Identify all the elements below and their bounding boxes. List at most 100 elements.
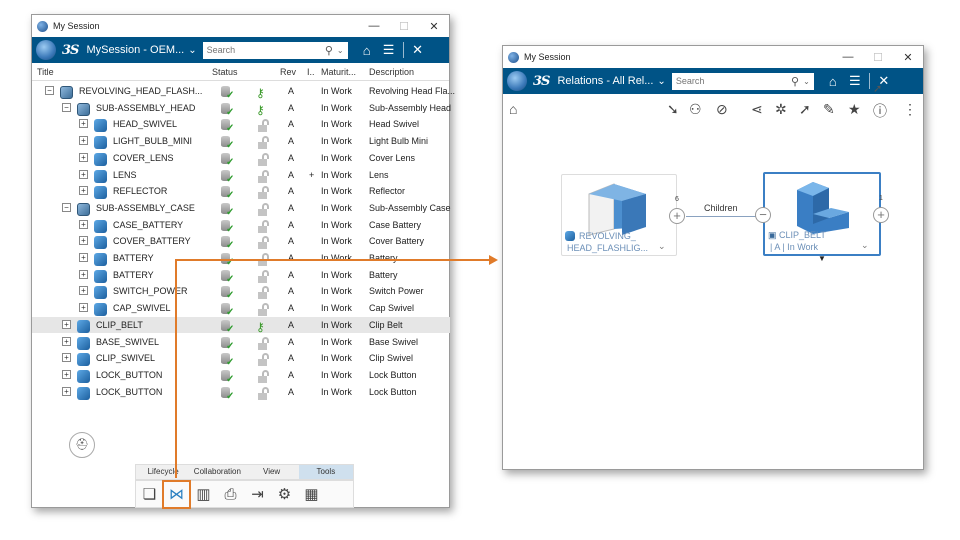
table-settings-icon[interactable]: ▦: [298, 485, 325, 503]
hide-icon[interactable]: ⊘: [716, 101, 728, 118]
network-icon[interactable]: ✲: [775, 101, 787, 118]
col-status[interactable]: Status: [212, 67, 238, 77]
expand-icon[interactable]: +: [79, 152, 88, 162]
barcode-icon[interactable]: ▥: [190, 485, 217, 503]
table-row[interactable]: + COVER_LENS ✓ A In Work Cover Lens: [32, 150, 450, 168]
table-row[interactable]: − SUB-ASSEMBLY_CASE ✓ A In Work Sub-Assembly …: [32, 200, 451, 218]
hierarchy-icon[interactable]: ⚇: [689, 101, 702, 118]
tab-lifecycle[interactable]: Lifecycle: [136, 465, 190, 479]
table-row[interactable]: + CASE_BATTERY ✓ A In Work Case Battery: [32, 217, 450, 235]
table-row[interactable]: + COVER_BATTERY ✓ A In Work Cover Battery: [32, 233, 450, 251]
close-window-button[interactable]: ✕: [419, 20, 449, 33]
search-icon[interactable]: ⚲: [325, 44, 333, 57]
table-row[interactable]: + REFLECTOR ✓ A In Work Reflector: [32, 183, 450, 201]
expand-icon[interactable]: +: [62, 353, 71, 363]
table-row[interactable]: + CLIP_SWIVEL ✓ A In Work Clip Swivel: [32, 350, 450, 368]
expand-icon[interactable]: +: [79, 303, 88, 313]
table-row[interactable]: + LOCK_BUTTON ✓ A In Work Lock Button: [32, 367, 450, 385]
expand-icon[interactable]: +: [79, 286, 88, 296]
share-icon[interactable]: ⋖: [751, 101, 763, 118]
col-maturity[interactable]: Maturit...: [321, 67, 356, 77]
search-input[interactable]: [675, 76, 790, 86]
part-icon: [94, 253, 107, 266]
col-title[interactable]: Title: [37, 67, 54, 77]
expand-icon[interactable]: +: [62, 336, 71, 346]
minimize-button[interactable]: —: [359, 20, 389, 32]
compass-icon[interactable]: [507, 71, 527, 91]
session-name[interactable]: MySession - OEM...: [86, 44, 184, 56]
relation-node-target[interactable]: ▣ CLIP_BELT | A | In Work ⌄: [763, 172, 881, 256]
compass-icon[interactable]: [36, 40, 56, 60]
expand-icon[interactable]: +: [79, 269, 88, 279]
tag-icon[interactable]: ⌂: [822, 74, 844, 89]
expand-icon[interactable]: +: [62, 386, 71, 396]
expand-icon[interactable]: +: [79, 253, 88, 262]
menu-icon[interactable]: ☰: [378, 42, 400, 58]
tab-view[interactable]: View: [245, 465, 299, 479]
favorite-star-icon[interactable]: ★: [848, 101, 861, 118]
collapse-icon[interactable]: −: [62, 202, 71, 212]
search-dropdown-icon[interactable]: ⌄: [337, 46, 344, 55]
edit-pencil-icon[interactable]: ✎: [823, 101, 835, 118]
node-dropdown-icon[interactable]: ▼: [818, 254, 826, 263]
collapse-minus-icon[interactable]: −: [755, 207, 771, 223]
relation-node-source[interactable]: REVOLVING_ HEAD_FLASHLIG... ⌄: [561, 174, 677, 256]
search-input[interactable]: [206, 45, 323, 55]
stack-icon[interactable]: ❏: [136, 485, 163, 503]
info-icon[interactable]: ⓘ: [873, 101, 887, 121]
col-description[interactable]: Description: [369, 67, 414, 77]
table-row[interactable]: + HEAD_SWIVEL ✓ A In Work Head Swivel: [32, 116, 450, 134]
expand-icon[interactable]: +: [62, 369, 71, 379]
tab-collaboration[interactable]: Collaboration: [190, 465, 244, 479]
expand-icon[interactable]: +: [79, 136, 88, 146]
expand-arrow-icon[interactable]: ➘: [667, 101, 679, 118]
maximize-button[interactable]: ☐: [863, 51, 893, 64]
chevron-down-icon[interactable]: ⌄: [188, 45, 196, 56]
table-row[interactable]: + CLIP_BELT ✓ ⚷ A In Work Clip Belt: [32, 316, 450, 335]
table-row[interactable]: + LENS ✓ A + In Work Lens: [32, 167, 450, 185]
menu-icon[interactable]: ☰: [844, 73, 866, 89]
close-panel-icon[interactable]: ✕: [407, 42, 429, 58]
table-row[interactable]: + LIGHT_BULB_MINI ✓ A In Work Light Bulb Mini: [32, 133, 450, 151]
collapse-icon[interactable]: −: [45, 86, 54, 95]
collapse-icon[interactable]: −: [62, 102, 71, 112]
expand-icon[interactable]: +: [79, 169, 88, 179]
settings-gear-icon[interactable]: ⚙: [271, 485, 298, 503]
minimize-button[interactable]: —: [833, 51, 863, 63]
chevron-down-icon[interactable]: ⌄: [657, 76, 665, 87]
chevron-down-icon[interactable]: ⌄: [861, 240, 869, 251]
maximize-button[interactable]: ☐: [389, 20, 419, 33]
expand-icon[interactable]: +: [79, 219, 88, 229]
expand-plus-icon[interactable]: +: [669, 208, 685, 224]
row-title: COVER_LENS: [113, 152, 174, 163]
search-icon[interactable]: ⚲: [791, 75, 799, 88]
table-row[interactable]: + SWITCH_POWER ✓ A In Work Switch Power: [32, 283, 450, 301]
table-row[interactable]: + BATTERY ✓ A In Work Battery: [32, 267, 450, 285]
tab-tools[interactable]: Tools: [298, 465, 353, 479]
select-pointer-icon[interactable]: ➚: [799, 101, 811, 118]
helmet-icon[interactable]: ⛑: [69, 432, 95, 458]
search-dropdown-icon[interactable]: ⌄: [803, 77, 810, 86]
relations-panel-name[interactable]: Relations - All Rel...: [557, 75, 653, 87]
chevron-down-icon[interactable]: ⌄: [658, 241, 666, 252]
table-row[interactable]: + CAP_SWIVEL ✓ A In Work Cap Swivel: [32, 300, 450, 318]
expand-icon[interactable]: +: [79, 186, 88, 196]
col-indicator[interactable]: I..: [307, 67, 315, 77]
print-icon[interactable]: ⎙: [217, 486, 244, 503]
export-icon[interactable]: ⇥: [244, 485, 271, 503]
table-row[interactable]: + LOCK_BUTTON ✓ A In Work Lock Button: [32, 384, 450, 402]
col-rev[interactable]: Rev: [280, 67, 296, 77]
divider: [868, 73, 870, 89]
table-row[interactable]: − SUB-ASSEMBLY_HEAD ✓ ⚷ A In Work Sub-Assembly…: [32, 100, 451, 118]
table-row[interactable]: + BASE_SWIVEL ✓ A In Work Base Swivel: [32, 334, 450, 352]
row-indicator: +: [309, 169, 315, 180]
expand-icon[interactable]: +: [79, 119, 88, 129]
home-icon[interactable]: ⌂: [509, 101, 517, 117]
expand-plus-icon[interactable]: +: [873, 207, 889, 223]
expand-icon[interactable]: +: [79, 236, 88, 246]
close-window-button[interactable]: ✕: [893, 51, 923, 64]
table-row[interactable]: − REVOLVING_HEAD_FLASH... ✓ ⚷ A In Work Revolv…: [32, 83, 455, 101]
more-options-icon[interactable]: ⋮: [903, 101, 917, 118]
tag-icon[interactable]: ⌂: [356, 43, 378, 58]
expand-icon[interactable]: +: [62, 319, 71, 329]
